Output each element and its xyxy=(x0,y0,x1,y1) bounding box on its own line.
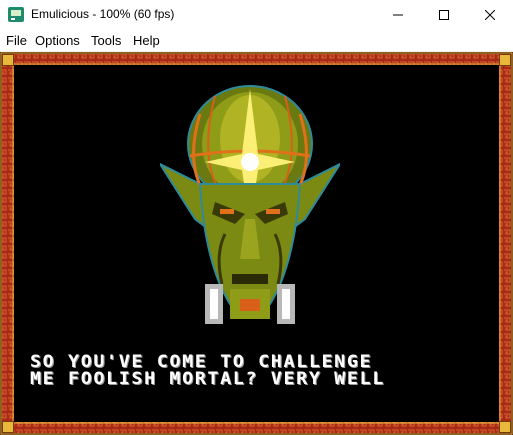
menu-options[interactable]: Options xyxy=(34,33,81,48)
minimize-icon xyxy=(393,14,403,16)
menu-help[interactable]: Help xyxy=(132,33,161,48)
close-button[interactable] xyxy=(467,0,513,30)
dialog-text: SO YOU'VE COME TO CHALLENGE ME FOOLISH M… xyxy=(30,354,513,388)
maximize-button[interactable] xyxy=(421,0,467,30)
corner-ornament xyxy=(499,421,511,433)
minimize-button[interactable] xyxy=(375,0,421,30)
dialog-line-2: ME FOOLISH MORTAL? VERY WELL xyxy=(30,369,385,389)
corner-ornament xyxy=(2,421,14,433)
menu-tools[interactable]: Tools xyxy=(90,33,122,48)
close-icon xyxy=(485,10,495,20)
game-screen[interactable]: SO YOU'VE COME TO CHALLENGE ME FOOLISH M… xyxy=(0,52,513,435)
maximize-icon xyxy=(439,10,449,20)
app-icon xyxy=(8,7,24,22)
menu-file[interactable]: File xyxy=(5,33,28,48)
menu-bar: File Options Tools Help xyxy=(0,30,513,52)
corner-ornament xyxy=(2,54,14,66)
corner-ornament xyxy=(499,54,511,66)
title-bar[interactable]: Emulicious - 100% (60 fps) xyxy=(0,0,513,30)
window-title: Emulicious - 100% (60 fps) xyxy=(31,7,175,21)
demon-face-sprite xyxy=(160,85,340,324)
